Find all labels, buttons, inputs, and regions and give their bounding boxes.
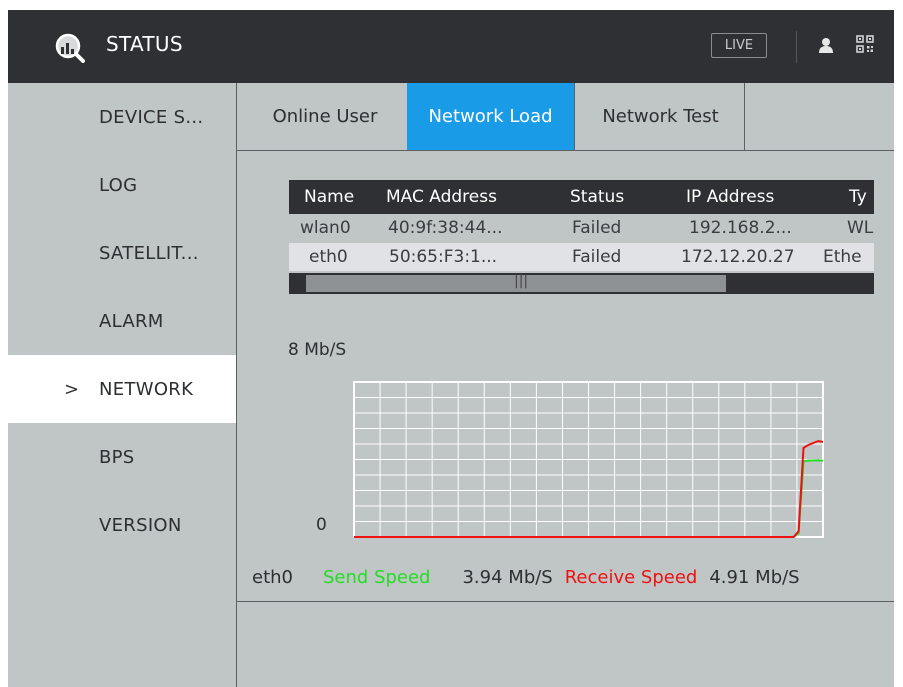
chart-scale-zero: 0 xyxy=(316,515,327,535)
network-load-chart xyxy=(344,380,825,539)
sidebar-item-network[interactable]: > NETWORK xyxy=(8,355,236,423)
cell-type: WL xyxy=(847,218,874,238)
cell-ip: 192.168.2... xyxy=(689,218,792,238)
tab-online-user[interactable]: Online User xyxy=(252,83,398,150)
cell-status: Failed xyxy=(572,247,622,267)
sidebar-item-device-status[interactable]: DEVICE S... xyxy=(8,83,236,151)
sidebar-item-label: ALARM xyxy=(99,310,164,332)
tabbar-bottom-border xyxy=(236,150,894,151)
tab-network-load[interactable]: Network Load xyxy=(407,83,574,150)
column-header-status[interactable]: Status xyxy=(570,180,624,214)
sidebar-item-label: VERSION xyxy=(99,514,182,536)
chart-legend: eth0 Send Speed 3.94 Mb/S Receive Speed … xyxy=(252,564,800,590)
chevron-right-icon: > xyxy=(64,378,80,400)
chart-scale-max: 8 Mb/S xyxy=(288,340,347,360)
magnifier-logo-icon xyxy=(55,33,85,63)
cell-name: wlan0 xyxy=(300,218,351,238)
cell-type: Ethe xyxy=(823,247,862,267)
page-title: STATUS xyxy=(106,32,183,56)
cell-ip: 172.12.20.27 xyxy=(681,247,795,267)
column-header-name[interactable]: Name xyxy=(304,180,354,214)
column-header-type[interactable]: Ty xyxy=(849,180,867,214)
column-header-mac[interactable]: MAC Address xyxy=(386,180,497,214)
legend-send-label: Send Speed xyxy=(323,566,431,588)
sidebar: DEVICE S... LOG SATELLIT... ALARM > NETW… xyxy=(8,83,236,687)
cell-mac: 50:65:F3:1... xyxy=(389,247,498,267)
scrollbar-grip-icon: ||| xyxy=(514,273,529,289)
title-bar: STATUS LIVE xyxy=(8,10,894,83)
status-window: STATUS LIVE DEVICE S... LOG SATELLIT... … xyxy=(8,10,894,687)
sidebar-item-alarm[interactable]: ALARM xyxy=(8,287,236,355)
legend-receive-value: 4.91 Mb/S xyxy=(709,566,800,588)
live-button[interactable]: LIVE xyxy=(711,33,767,58)
sidebar-item-log[interactable]: LOG xyxy=(8,151,236,219)
table-row[interactable]: eth0 50:65:F3:1... Failed 172.12.20.27 E… xyxy=(289,243,874,271)
tab-divider xyxy=(744,83,745,150)
cell-mac: 40:9f:38:44... xyxy=(388,218,503,238)
legend-interface: eth0 xyxy=(252,566,293,588)
qr-code-icon[interactable] xyxy=(856,35,874,53)
network-table: Name MAC Address Status IP Address Ty wl… xyxy=(289,180,874,298)
table-row[interactable]: wlan0 40:9f:38:44... Failed 192.168.2...… xyxy=(289,214,874,242)
sidebar-item-version[interactable]: VERSION xyxy=(8,491,236,559)
tab-network-test[interactable]: Network Test xyxy=(578,83,743,150)
user-icon[interactable] xyxy=(819,37,833,53)
table-header: Name MAC Address Status IP Address Ty xyxy=(289,180,874,214)
header-divider xyxy=(796,31,797,63)
content-left-border xyxy=(236,83,237,687)
column-header-ip[interactable]: IP Address xyxy=(686,180,774,214)
legend-receive-label: Receive Speed xyxy=(564,566,698,588)
tab-divider xyxy=(574,83,575,150)
sidebar-item-label: SATELLIT... xyxy=(99,242,199,264)
cell-name: eth0 xyxy=(309,247,348,267)
cell-status: Failed xyxy=(572,218,622,238)
scrollbar-thumb[interactable]: ||| xyxy=(306,273,726,292)
sidebar-item-label: BPS xyxy=(99,446,135,468)
content-bottom-border xyxy=(236,601,894,602)
horizontal-scrollbar[interactable]: ||| xyxy=(289,273,874,294)
sidebar-item-bps[interactable]: BPS xyxy=(8,423,236,491)
sidebar-item-label: LOG xyxy=(99,174,138,196)
sidebar-item-label: DEVICE S... xyxy=(99,106,204,128)
legend-send-value: 3.94 Mb/S xyxy=(462,566,553,588)
sidebar-item-label: NETWORK xyxy=(99,378,194,400)
sidebar-item-satellite[interactable]: SATELLIT... xyxy=(8,219,236,287)
